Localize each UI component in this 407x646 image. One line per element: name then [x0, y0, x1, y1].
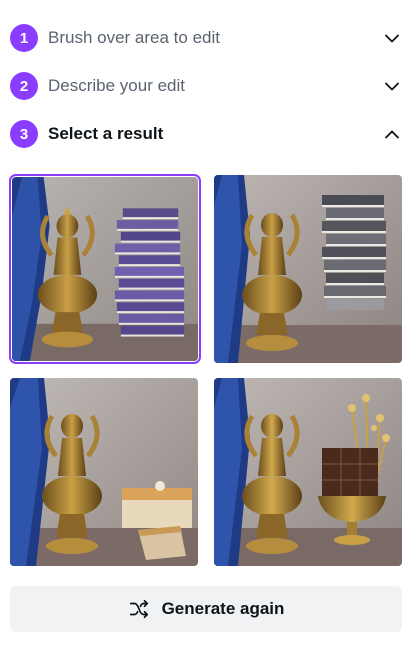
step-label: Describe your edit — [48, 76, 186, 95]
step-2-header[interactable]: 2 Describe your edit — [10, 70, 402, 102]
chevron-down-icon[interactable] — [382, 28, 402, 48]
step-number-badge: 3 — [10, 120, 38, 148]
result-image-2[interactable] — [214, 175, 402, 363]
shuffle-icon — [128, 598, 150, 620]
step-number-badge: 2 — [10, 72, 38, 100]
step-label: Select a result — [48, 124, 164, 143]
results-grid — [9, 173, 402, 567]
chevron-down-icon[interactable] — [382, 76, 402, 96]
step-1-header[interactable]: 1 Brush over area to edit — [10, 22, 402, 54]
step-number-badge: 1 — [10, 24, 38, 52]
step-label: Brush over area to edit — [48, 28, 220, 47]
step-3-header[interactable]: 3 Select a result — [10, 118, 402, 150]
result-image-1[interactable] — [9, 174, 201, 364]
result-image-3[interactable] — [10, 378, 198, 566]
generate-again-button[interactable]: Generate again — [10, 586, 402, 632]
generate-again-label: Generate again — [161, 599, 285, 618]
result-image-4[interactable] — [214, 378, 402, 566]
chevron-up-icon[interactable] — [382, 124, 402, 144]
